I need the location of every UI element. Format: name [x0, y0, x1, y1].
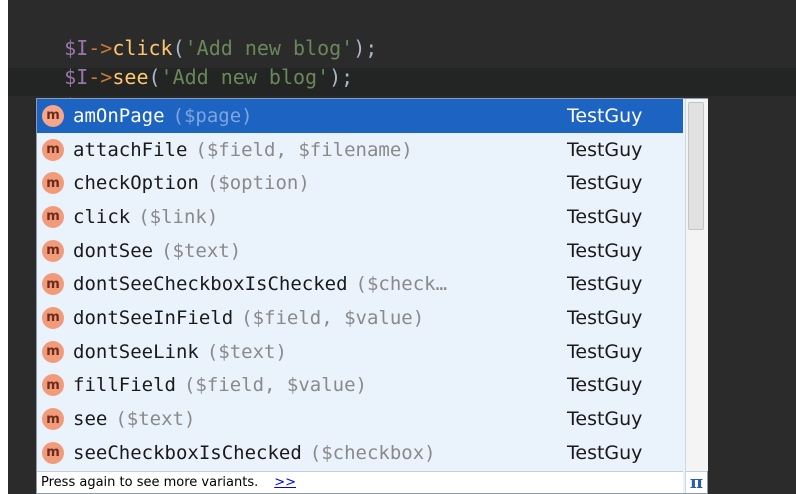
code-line-3[interactable]: $I-> — [16, 70, 116, 118]
completion-item[interactable]: m dontSeeCheckboxIsChecked ($check… TestGuy — [37, 267, 683, 301]
code-line-1[interactable]: $I->click('Add new blog'); — [16, 12, 377, 60]
method-name: amOnPage — [73, 104, 165, 127]
paren-open: ( — [148, 65, 161, 89]
method-params: ($field, $value) — [241, 306, 425, 329]
method-icon: m — [42, 441, 64, 464]
method-call: see — [112, 65, 149, 89]
pi-icon[interactable]: π — [685, 471, 707, 493]
method-icon: m — [42, 408, 64, 431]
method-icon: m — [42, 205, 64, 228]
method-class: TestGuy — [567, 172, 643, 195]
method-params: ($field, $value) — [183, 374, 367, 397]
method-params: ($option) — [206, 172, 310, 195]
method-class: TestGuy — [567, 441, 643, 464]
method-name: fillField — [73, 374, 176, 397]
method-icon: m — [42, 340, 64, 363]
method-name: dontSeeCheckboxIsChecked — [73, 273, 348, 296]
method-name: checkOption — [73, 172, 199, 195]
method-icon: m — [42, 374, 64, 397]
method-icon: m — [42, 138, 64, 161]
method-params: ($link) — [138, 205, 219, 228]
scrollbar-thumb[interactable] — [688, 102, 704, 230]
method-name: seeCheckboxIsChecked — [73, 441, 302, 464]
completion-item[interactable]: m dontSee ($text) TestGuy — [37, 234, 683, 268]
method-icon: m — [42, 172, 64, 195]
method-params: ($page) — [172, 104, 253, 127]
paren-close: ); — [353, 36, 378, 60]
method-class: TestGuy — [567, 374, 643, 397]
method-params: ($text) — [206, 340, 287, 363]
method-icon: m — [42, 273, 64, 296]
completion-item[interactable]: m fillField ($field, $value) TestGuy — [37, 369, 683, 403]
completion-item[interactable]: m dontSeeInField ($field, $value) TestGuy — [37, 301, 683, 335]
method-name: dontSeeLink — [73, 340, 199, 363]
method-class: TestGuy — [567, 205, 643, 228]
completion-item[interactable]: m checkOption ($option) TestGuy — [37, 166, 683, 200]
footer-hint: Press again to see more variants. — [41, 475, 259, 490]
string-arg: 'Add new blog' — [160, 65, 330, 89]
method-class: TestGuy — [567, 138, 643, 161]
completion-item[interactable]: m amOnPage ($page) TestGuy — [37, 99, 683, 133]
completion-item[interactable]: m click ($link) TestGuy — [37, 200, 683, 234]
method-class: TestGuy — [567, 104, 643, 127]
method-icon: m — [42, 104, 64, 127]
completion-item[interactable]: m attachFile ($field, $filename) TestGuy — [37, 133, 683, 167]
method-params: ($field, $filename) — [195, 138, 413, 161]
method-icon: m — [42, 306, 64, 329]
method-class: TestGuy — [567, 408, 643, 431]
autocomplete-popup[interactable]: m amOnPage ($page) TestGuy m attachFile ($fiel… — [36, 98, 708, 494]
method-params: ($text) — [161, 239, 242, 262]
method-name: see — [73, 408, 108, 431]
completion-item[interactable]: m see ($text) TestGuy — [37, 402, 683, 436]
scrollbar[interactable] — [685, 99, 708, 471]
completion-item[interactable]: m dontSeeLink ($text) TestGuy — [37, 335, 683, 369]
method-params: ($check… — [355, 273, 448, 296]
method-class: TestGuy — [567, 239, 643, 262]
method-params: ($text) — [115, 408, 196, 431]
method-name: dontSeeInField — [73, 306, 234, 329]
method-class: TestGuy — [567, 340, 643, 363]
method-name: dontSee — [73, 239, 154, 262]
method-name: attachFile — [73, 138, 188, 161]
completion-item[interactable]: m seeCheckboxIsChecked ($checkbox) TestGuy — [37, 436, 683, 470]
method-class: TestGuy — [567, 306, 643, 329]
code-line-2[interactable]: $I->see('Add new blog'); — [16, 41, 353, 89]
method-icon: m — [42, 239, 64, 262]
more-variants-link[interactable]: >> — [274, 475, 296, 490]
method-name: click — [73, 205, 131, 228]
completion-list[interactable]: m amOnPage ($page) TestGuy m attachFile ($fiel… — [37, 99, 683, 470]
method-class: TestGuy — [567, 273, 643, 296]
method-params: ($checkbox) — [309, 441, 436, 464]
paren-close: ); — [329, 65, 354, 89]
completion-footer: Press again to see more variants. >> — [37, 471, 683, 493]
